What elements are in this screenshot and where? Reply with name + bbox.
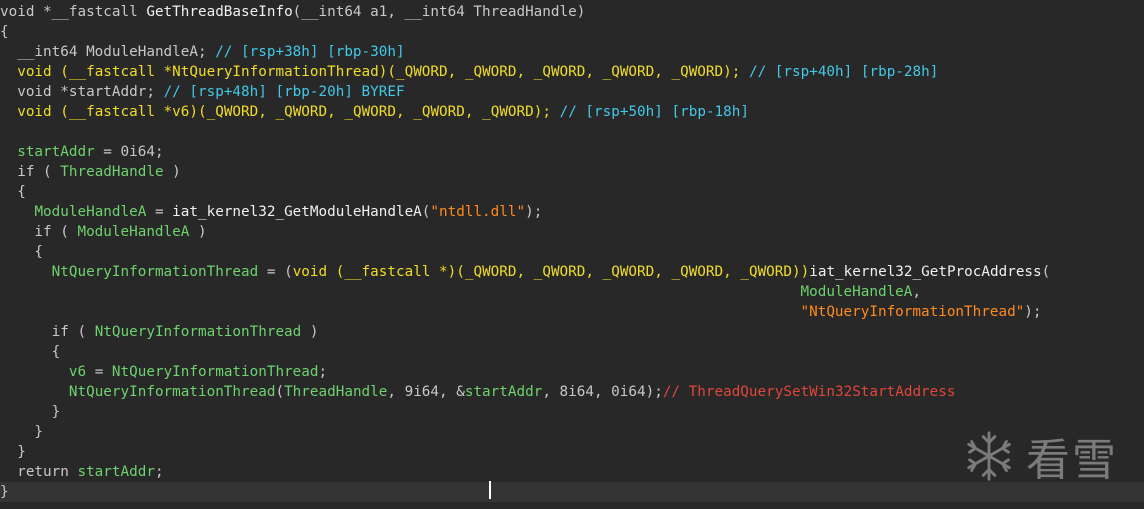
- watermark-text: 看雪: [1026, 435, 1118, 486]
- code-line-19[interactable]: {: [0, 342, 1144, 362]
- code-line-3[interactable]: __int64 ModuleHandleA; // [rsp+38h] [rbp…: [0, 42, 1144, 62]
- code-line-12[interactable]: if ( ModuleHandleA ): [0, 222, 1144, 242]
- text-caret: [489, 481, 491, 499]
- code-line-9[interactable]: if ( ThreadHandle ): [0, 162, 1144, 182]
- code-line-20[interactable]: v6 = NtQueryInformationThread;: [0, 362, 1144, 382]
- code-line-6[interactable]: void (__fastcall *v6)(_QWORD, _QWORD, _Q…: [0, 102, 1144, 122]
- code-line-16[interactable]: "NtQueryInformationThread");: [0, 302, 1144, 322]
- code-line-10[interactable]: {: [0, 182, 1144, 202]
- code-line-13[interactable]: {: [0, 242, 1144, 262]
- code-editor[interactable]: void *__fastcall GetThreadBaseInfo(__int…: [0, 0, 1144, 509]
- code-line-14[interactable]: NtQueryInformationThread = (void (__fast…: [0, 262, 1144, 282]
- code-line-1[interactable]: void *__fastcall GetThreadBaseInfo(__int…: [0, 2, 1144, 22]
- code-line-18[interactable]: if ( NtQueryInformationThread ): [0, 322, 1144, 342]
- code-line-22[interactable]: }: [0, 402, 1144, 422]
- snowflake-icon: [967, 431, 1011, 481]
- code-line-8[interactable]: startAddr = 0i64;: [0, 142, 1144, 162]
- function-name[interactable]: GetThreadBaseInfo: [146, 4, 292, 20]
- code-line-5[interactable]: void *startAddr; // [rsp+48h] [rbp-20h] …: [0, 82, 1144, 102]
- code-line-15[interactable]: ModuleHandleA,: [0, 282, 1144, 302]
- code-line-21[interactable]: NtQueryInformationThread(ThreadHandle, 9…: [0, 382, 1144, 402]
- watermark: 看雪: [960, 424, 1130, 488]
- code-line-4[interactable]: void (__fastcall *NtQueryInformationThre…: [0, 62, 1144, 82]
- code-line-2[interactable]: {: [0, 22, 1144, 42]
- code-line-11[interactable]: ModuleHandleA = iat_kernel32_GetModuleHa…: [0, 202, 1144, 222]
